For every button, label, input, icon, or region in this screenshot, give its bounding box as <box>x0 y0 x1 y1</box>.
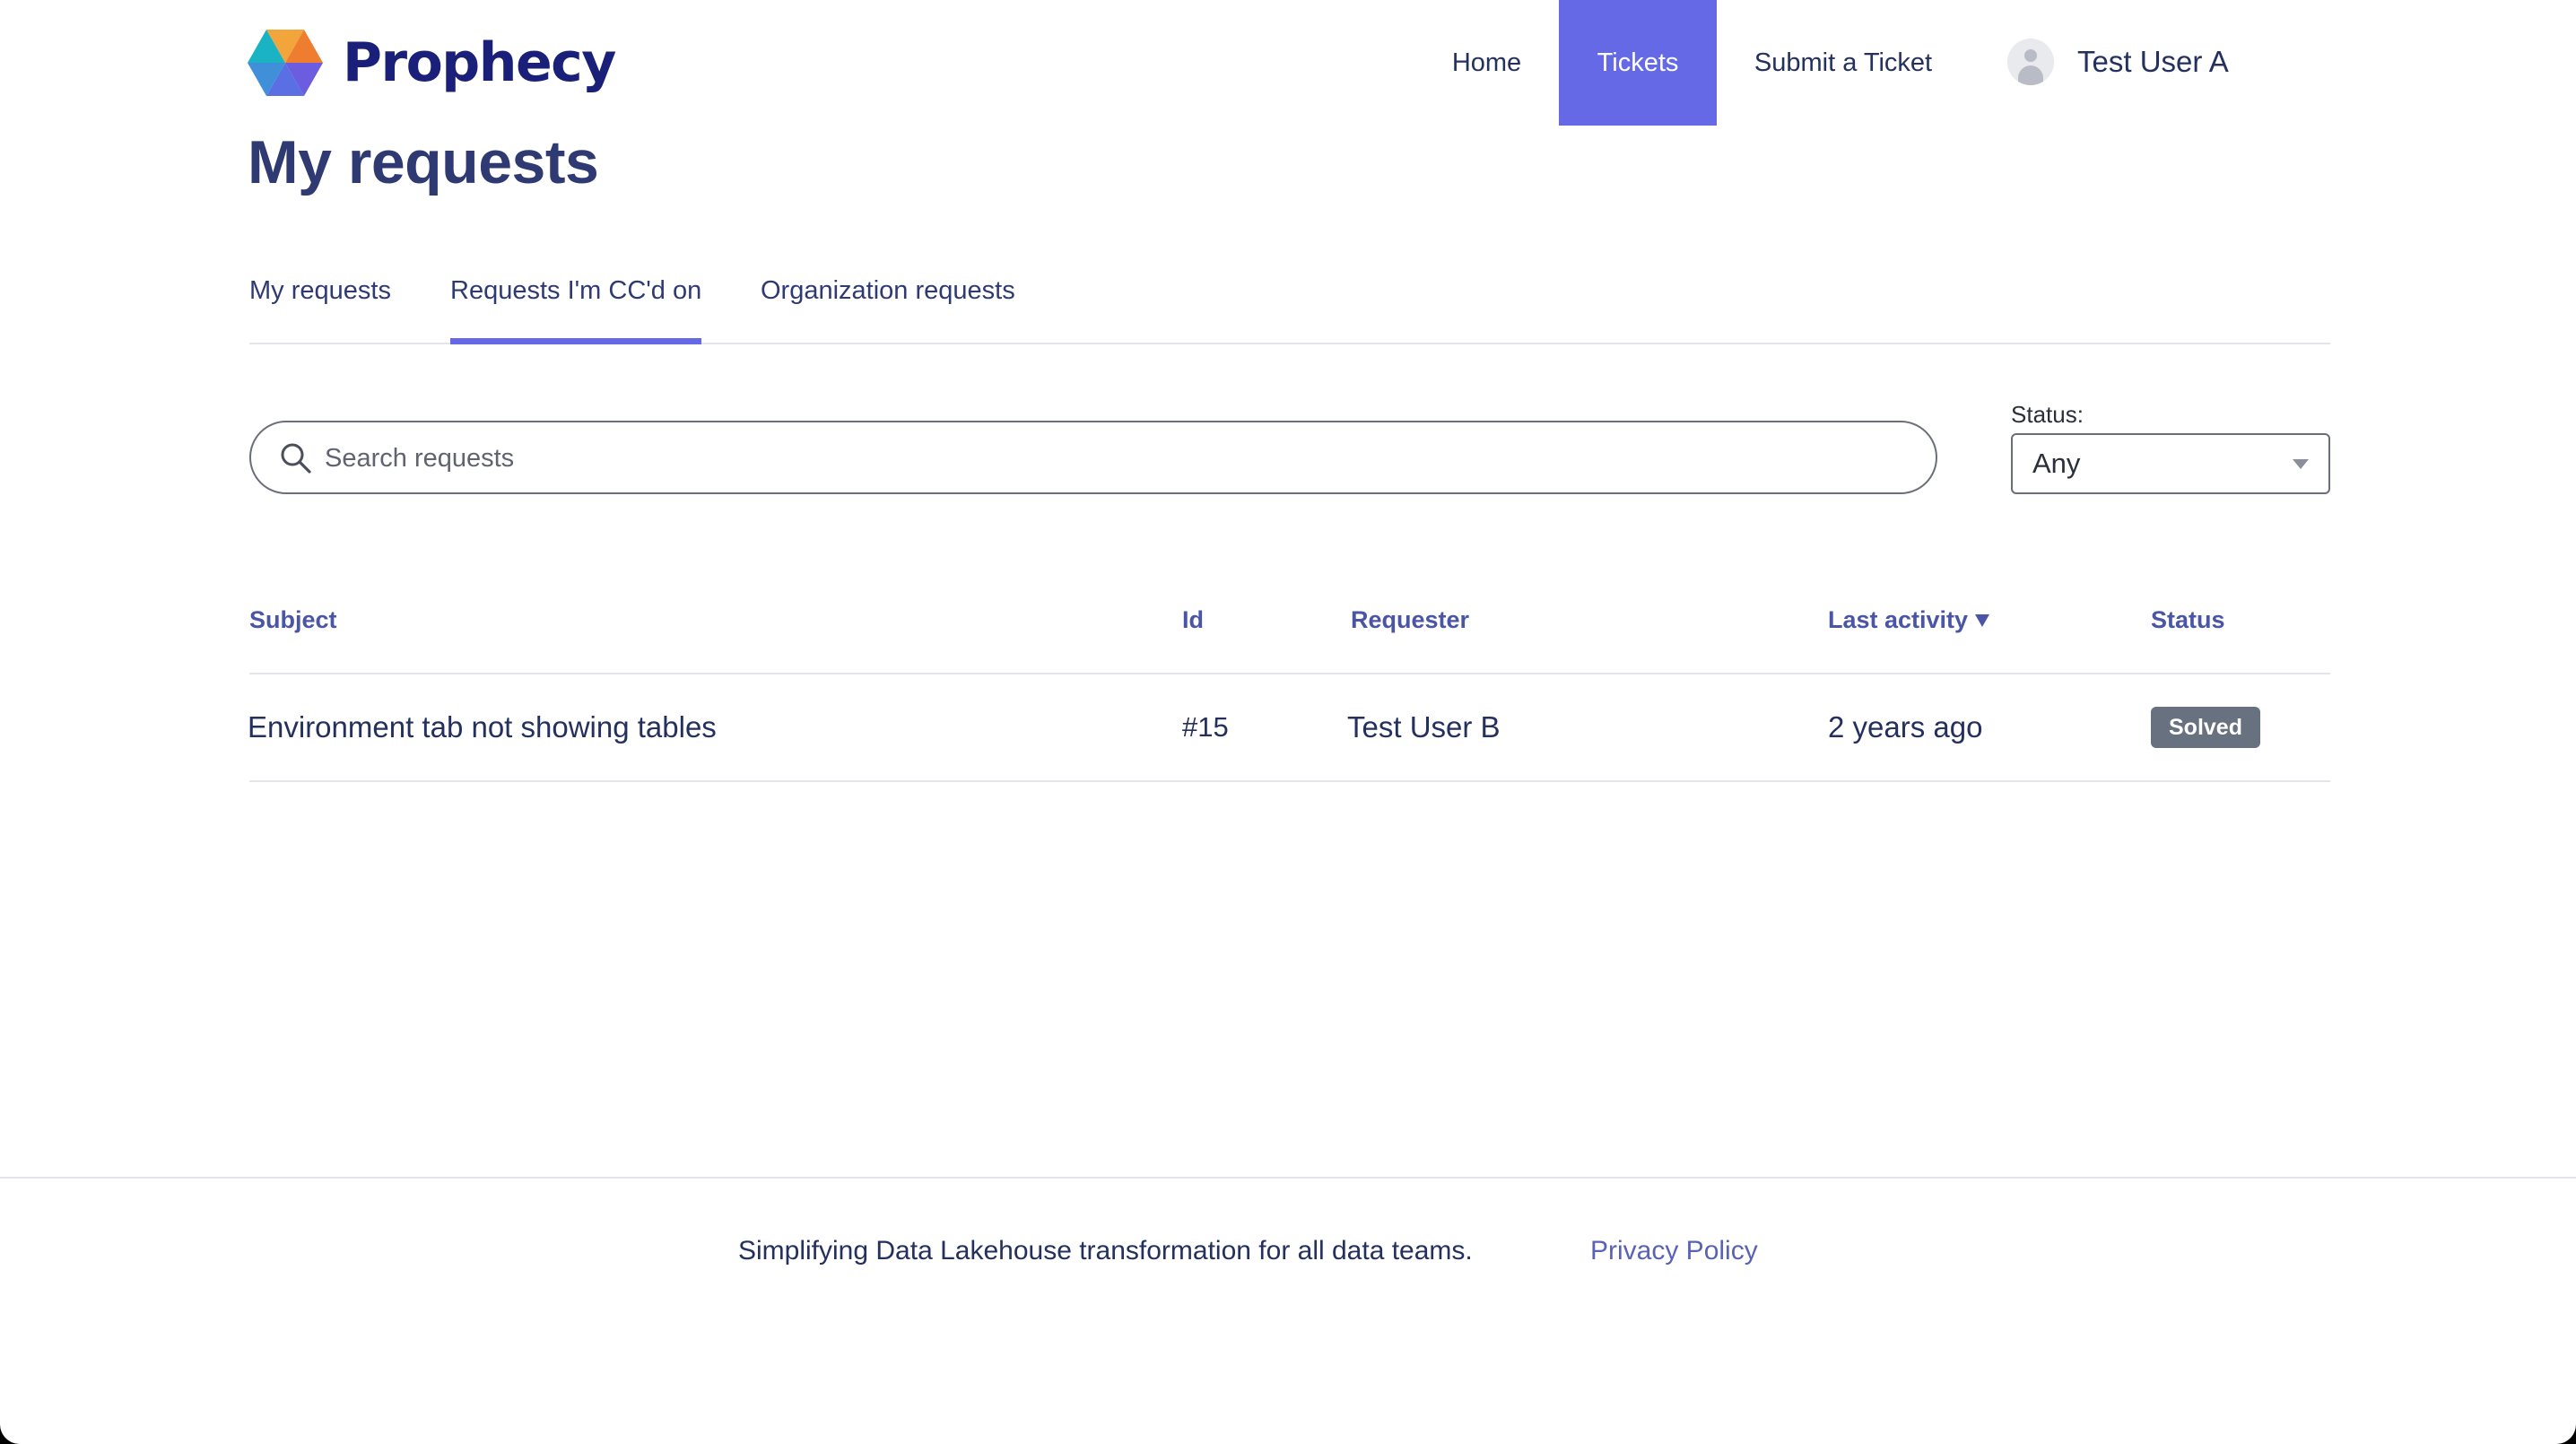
search-icon <box>281 443 311 474</box>
brand-name: Prophecy <box>343 31 616 94</box>
brand-logo-link[interactable]: Prophecy <box>248 25 616 100</box>
status-filter-value: Any <box>2032 448 2081 479</box>
site-footer: Simplifying Data Lakehouse transformatio… <box>0 1177 2576 1444</box>
status-filter-select[interactable]: Any <box>2011 433 2330 494</box>
site-header: Prophecy Home Tickets Submit a Ticket Te… <box>0 0 2576 126</box>
privacy-policy-link[interactable]: Privacy Policy <box>1590 1236 1758 1266</box>
request-subject-link[interactable]: Environment tab not showing tables <box>248 674 717 780</box>
prophecy-logo-icon <box>248 30 323 96</box>
user-name: Test User A <box>2077 45 2229 78</box>
table-row: Environment tab not showing tables #15 T… <box>248 674 2330 782</box>
user-avatar-icon <box>2007 39 2054 85</box>
column-header-status[interactable]: Status <box>2151 606 2225 634</box>
page-title: My requests <box>248 128 599 196</box>
footer-tagline: Simplifying Data Lakehouse transformatio… <box>738 1236 1473 1266</box>
nav-home[interactable]: Home <box>1426 0 1547 126</box>
tab-cc-requests[interactable]: Requests I'm CC'd on <box>450 260 702 344</box>
search-input[interactable] <box>323 422 1905 494</box>
request-tabs: My requests Requests I'm CC'd on Organiz… <box>249 260 2330 344</box>
sort-descending-icon <box>1975 613 1990 627</box>
status-filter-label: Status: <box>2011 401 2084 428</box>
nav-tickets[interactable]: Tickets <box>1559 0 1717 126</box>
column-header-subject[interactable]: Subject <box>249 606 337 634</box>
request-id: #15 <box>1182 711 1229 743</box>
nav-submit-ticket[interactable]: Submit a Ticket <box>1727 0 1960 126</box>
column-header-id[interactable]: Id <box>1182 606 1204 634</box>
status-badge: Solved <box>2151 707 2260 748</box>
page: Prophecy Home Tickets Submit a Ticket Te… <box>0 0 2576 1444</box>
requests-table: Subject Id Requester Last activity Statu… <box>248 574 2330 782</box>
column-header-requester[interactable]: Requester <box>1351 606 1469 634</box>
chevron-down-icon <box>2293 459 2309 469</box>
table-header: Subject Id Requester Last activity Statu… <box>249 574 2330 674</box>
request-status-cell: Solved <box>2151 674 2260 780</box>
search-box <box>249 421 1937 494</box>
request-requester: Test User B <box>1347 710 1501 744</box>
request-last-activity: 2 years ago <box>1828 710 1983 744</box>
column-header-last-activity-label: Last activity <box>1828 606 1969 633</box>
column-header-last-activity[interactable]: Last activity <box>1828 606 1990 634</box>
tab-organization-requests[interactable]: Organization requests <box>761 260 1015 343</box>
user-menu[interactable]: Test User A <box>2007 32 2229 91</box>
tab-my-requests[interactable]: My requests <box>249 260 391 343</box>
